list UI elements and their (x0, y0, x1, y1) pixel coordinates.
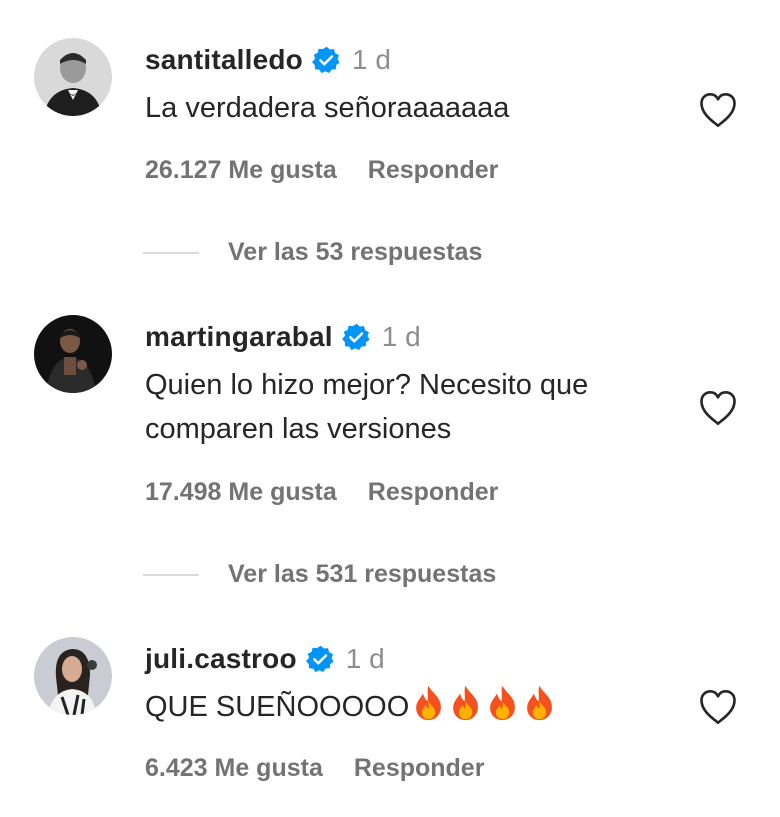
fire-emoji-icon (522, 684, 557, 722)
reply-button[interactable]: Responder (368, 156, 499, 185)
avatar-woman-icon (34, 637, 112, 715)
comment-text: La verdadera señoraaaaaaa (145, 92, 510, 124)
view-replies-button[interactable]: Ver las 531 respuestas (143, 560, 496, 589)
reply-button[interactable]: Responder (368, 478, 499, 507)
like-heart-icon[interactable] (698, 91, 738, 129)
comment-text-line: comparen las versiones (145, 413, 452, 445)
avatar-man-suit-icon (34, 38, 112, 116)
like-heart-icon[interactable] (698, 389, 738, 427)
fire-emoji-icon (448, 684, 483, 722)
view-replies-label: Ver las 53 respuestas (228, 238, 483, 266)
likes-count[interactable]: 6.423 Me gusta (145, 754, 323, 783)
username[interactable]: martingarabal (145, 321, 333, 353)
comment-text: QUE SUEÑOOOOO (145, 684, 557, 729)
avatar-man-dark-icon (34, 315, 112, 393)
username[interactable]: juli.castroo (145, 643, 297, 675)
verified-badge-icon (341, 323, 370, 351)
fire-emoji-icon (411, 684, 446, 722)
comment-meta: 6.423 Me gusta Responder (145, 754, 484, 783)
view-replies-label: Ver las 531 respuestas (228, 560, 497, 588)
fire-emoji-icon (485, 684, 520, 722)
verified-badge-icon (312, 46, 340, 74)
likes-count[interactable]: 26.127 Me gusta (145, 156, 337, 185)
comment-time: 1 d (381, 321, 421, 352)
view-replies-button[interactable]: Ver las 53 respuestas (143, 238, 482, 267)
comment-meta: 17.498 Me gusta Responder (145, 478, 498, 507)
verified-badge-icon (305, 645, 334, 673)
comment-header: juli.castroo 1 d (145, 643, 385, 675)
reply-button[interactable]: Responder (354, 754, 485, 783)
avatar[interactable] (34, 38, 112, 116)
like-heart-icon[interactable] (698, 688, 738, 726)
comment-header: santitalledo 1 d (145, 44, 391, 76)
comment-time: 1 d (345, 643, 385, 674)
avatar[interactable] (34, 315, 112, 393)
replies-divider (143, 251, 199, 254)
comment-text-content: QUE SUEÑOOOOO (145, 691, 410, 723)
avatar[interactable] (34, 637, 112, 715)
replies-divider (143, 573, 199, 576)
comment-time: 1 d (352, 44, 391, 75)
username[interactable]: santitalledo (145, 44, 303, 76)
likes-count[interactable]: 17.498 Me gusta (145, 478, 337, 507)
comment-text: Quien lo hizo mejor? Necesito que compar… (145, 363, 588, 451)
comment-header: martingarabal 1 d (145, 321, 421, 353)
comment-text-line: Quien lo hizo mejor? Necesito que (145, 369, 589, 401)
comment-meta: 26.127 Me gusta Responder (145, 156, 498, 185)
